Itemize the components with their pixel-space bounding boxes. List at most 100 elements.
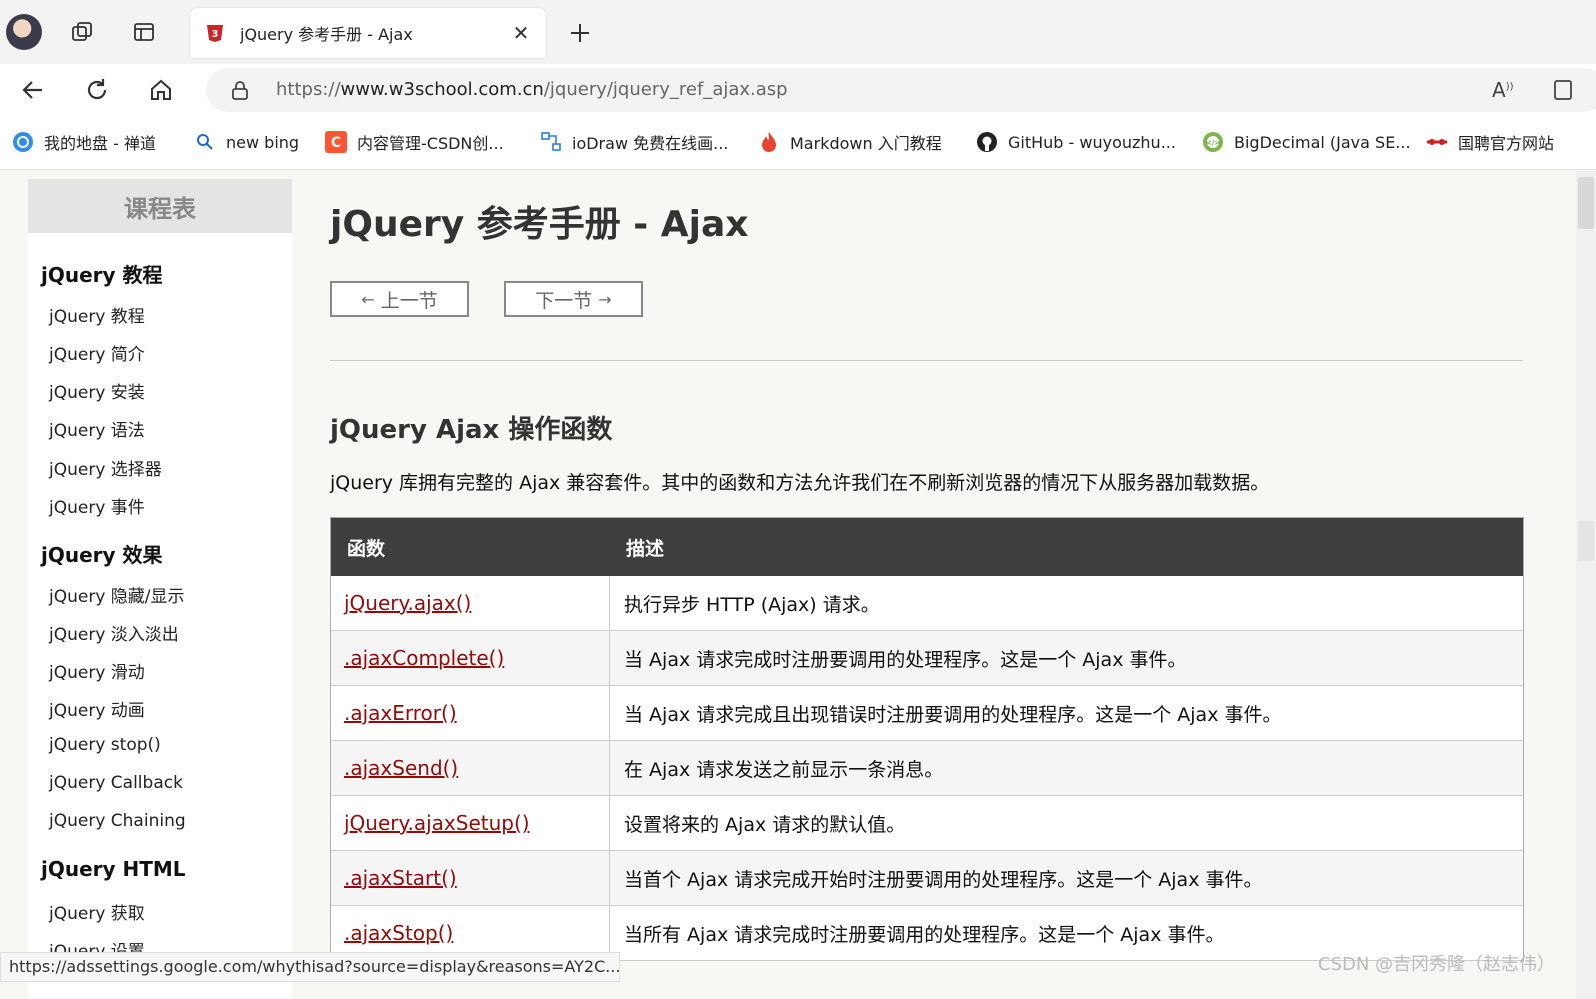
bookmark-csdn[interactable]: C 内容管理-CSDN创...	[325, 130, 504, 154]
vertical-tabs-icon[interactable]	[130, 18, 158, 46]
bookmark-markdown[interactable]: Markdown 入门教程	[758, 130, 942, 154]
function-link[interactable]: .ajaxStart()	[344, 866, 457, 890]
page-viewport: 课程表 jQuery 教程 jQuery 教程 jQuery 简介 jQuery…	[0, 171, 1596, 999]
page-scrollbar[interactable]	[1576, 171, 1596, 999]
url-text[interactable]: https://www.w3school.com.cn/jquery/jquer…	[276, 79, 788, 100]
bookmark-label: 国聘官方网站	[1458, 134, 1555, 153]
bookmark-new-bing[interactable]: new bing	[194, 130, 299, 154]
zentao-icon	[12, 131, 34, 153]
sidebar-item[interactable]: jQuery 语法	[49, 416, 145, 441]
csdn-icon: C	[325, 131, 347, 153]
function-link[interactable]: jQuery.ajaxSetup()	[344, 811, 530, 835]
sidebar-category[interactable]: jQuery 教程	[41, 259, 163, 288]
w3school-favicon-icon: 3	[204, 22, 226, 44]
back-icon[interactable]	[16, 73, 50, 107]
refresh-icon[interactable]	[80, 73, 114, 107]
navigation-bar: https://www.w3school.com.cn/jquery/jquer…	[0, 64, 1596, 114]
bookmark-label: 我的地盘 - 禅道	[44, 134, 156, 153]
scroll-thumb[interactable]	[1578, 177, 1594, 229]
prev-button[interactable]: ← 上一节	[330, 281, 469, 317]
arrow-left-icon: ←	[361, 289, 375, 309]
sidebar-category[interactable]: jQuery HTML	[41, 857, 186, 881]
table-row: .ajaxStart() 当首个 Ajax 请求完成开始时注册要调用的处理程序。…	[331, 851, 1523, 906]
new-tab-icon[interactable]	[565, 18, 595, 48]
bookmarks-bar: 我的地盘 - 禅道 new bing C 内容管理-CSDN创... ioDra…	[0, 114, 1596, 170]
table-body: jQuery.ajax() 执行异步 HTTP (Ajax) 请求。 .ajax…	[331, 576, 1523, 961]
arrow-right-icon: →	[598, 289, 612, 309]
sidebar-item[interactable]: jQuery 隐藏/显示	[49, 582, 185, 607]
sidebar-category[interactable]: jQuery 效果	[41, 539, 163, 568]
prev-label: 上一节	[380, 289, 438, 312]
workspaces-icon[interactable]	[68, 18, 96, 46]
divider	[330, 360, 1523, 361]
function-description: 在 Ajax 请求发送之前显示一条消息。	[624, 758, 944, 781]
bookmark-github[interactable]: GitHub - wuyouzhu...	[976, 130, 1176, 154]
sidebar-item[interactable]: jQuery 简介	[49, 340, 145, 365]
next-button[interactable]: 下一节 →	[504, 281, 643, 317]
function-link[interactable]: .ajaxStop()	[344, 921, 453, 945]
table-header: 函数 描述	[331, 518, 1523, 576]
url-scheme: https://	[276, 79, 341, 100]
bookmark-label: BigDecimal (Java SE...	[1234, 132, 1411, 152]
home-icon[interactable]	[144, 73, 178, 107]
sidebar-item[interactable]: jQuery 滑动	[49, 658, 145, 683]
read-aloud-icon[interactable]: A))	[1492, 78, 1518, 102]
main-content: jQuery 参考手册 - Ajax ← 上一节 下一节 → jQuery Aj…	[330, 171, 1526, 999]
header-function: 函数	[347, 537, 386, 560]
function-description: 执行异步 HTTP (Ajax) 请求。	[624, 593, 880, 616]
sidebar-item[interactable]: jQuery 事件	[49, 493, 145, 518]
function-link[interactable]: .ajaxSend()	[344, 756, 458, 780]
github-icon	[976, 131, 998, 153]
course-sidebar: 课程表 jQuery 教程 jQuery 教程 jQuery 简介 jQuery…	[28, 179, 292, 999]
bookmark-label: 内容管理-CSDN创...	[357, 134, 504, 153]
sidebar-item[interactable]: jQuery 获取	[49, 899, 145, 924]
intro-text: jQuery 库拥有完整的 Ajax 兼容套件。其中的函数和方法允许我们在不刷新…	[330, 472, 1270, 494]
url-host: www.w3school.com.cn	[340, 79, 544, 100]
section-title: jQuery Ajax 操作函数	[330, 415, 613, 445]
sidebar-item[interactable]: jQuery 安装	[49, 378, 145, 403]
scroll-track-marker	[1578, 521, 1594, 561]
header-description: 描述	[626, 537, 665, 560]
function-description: 当 Ajax 请求完成且出现错误时注册要调用的处理程序。这是一个 Ajax 事件…	[624, 703, 1282, 726]
sidebar-item[interactable]: jQuery Chaining	[49, 811, 186, 831]
table-row: .ajaxComplete() 当 Ajax 请求完成时注册要调用的处理程序。这…	[331, 631, 1523, 686]
table-row: jQuery.ajaxSetup() 设置将来的 Ajax 请求的默认值。	[331, 796, 1523, 851]
sidebar-item[interactable]: jQuery Callback	[49, 773, 183, 793]
sidebar-item[interactable]: jQuery stop()	[49, 735, 161, 755]
next-label: 下一节	[535, 289, 593, 312]
guopin-icon	[1426, 131, 1448, 153]
sidebar-item[interactable]: jQuery 选择器	[49, 455, 162, 480]
bookmark-label: ioDraw 免费在线画...	[572, 134, 729, 153]
bookmark-label: GitHub - wuyouzhu...	[1008, 132, 1176, 152]
tab-strip: 3 jQuery 参考手册 - Ajax ✕	[0, 0, 1596, 64]
tab-close-icon[interactable]: ✕	[506, 18, 536, 48]
java-icon: </>	[1202, 131, 1224, 153]
function-link[interactable]: .ajaxComplete()	[344, 646, 504, 670]
svg-text:</>: </>	[1206, 139, 1220, 147]
url-path: /jquery/jquery_ref_ajax.asp	[543, 79, 788, 100]
function-description: 当 Ajax 请求完成时注册要调用的处理程序。这是一个 Ajax 事件。	[624, 648, 1187, 671]
sidebar-item[interactable]: jQuery 淡入淡出	[49, 620, 179, 645]
table-row: jQuery.ajax() 执行异步 HTTP (Ajax) 请求。	[331, 576, 1523, 631]
function-description: 设置将来的 Ajax 请求的默认值。	[624, 813, 906, 836]
bookmark-bigdecimal[interactable]: </> BigDecimal (Java SE...	[1202, 130, 1411, 154]
sidebar-item[interactable]: jQuery 教程	[49, 302, 145, 327]
address-bar[interactable]: https://www.w3school.com.cn/jquery/jquer…	[206, 68, 1596, 112]
active-tab[interactable]: 3 jQuery 参考手册 - Ajax ✕	[190, 8, 546, 58]
bookmark-guopin[interactable]: 国聘官方网站	[1426, 130, 1554, 154]
profile-avatar[interactable]	[6, 14, 42, 50]
split-screen-icon[interactable]	[1554, 80, 1572, 100]
search-icon	[194, 131, 216, 153]
flame-icon	[758, 131, 780, 153]
table-row: .ajaxError() 当 Ajax 请求完成且出现错误时注册要调用的处理程序…	[331, 686, 1523, 741]
ajax-functions-table: 函数 描述 jQuery.ajax() 执行异步 HTTP (Ajax) 请求。…	[330, 517, 1524, 961]
lock-icon[interactable]	[230, 80, 250, 100]
bookmark-iodraw[interactable]: ioDraw 免费在线画...	[540, 130, 728, 154]
function-link[interactable]: .ajaxError()	[344, 701, 457, 725]
function-description: 当首个 Ajax 请求完成开始时注册要调用的处理程序。这是一个 Ajax 事件。	[624, 868, 1263, 891]
bookmark-zentao[interactable]: 我的地盘 - 禅道	[12, 130, 156, 154]
sidebar-header: 课程表	[28, 179, 292, 233]
sidebar-item[interactable]: jQuery 动画	[49, 696, 145, 721]
status-bar-url: https://adssettings.google.com/whythisad…	[0, 952, 620, 982]
function-link[interactable]: jQuery.ajax()	[344, 591, 471, 615]
